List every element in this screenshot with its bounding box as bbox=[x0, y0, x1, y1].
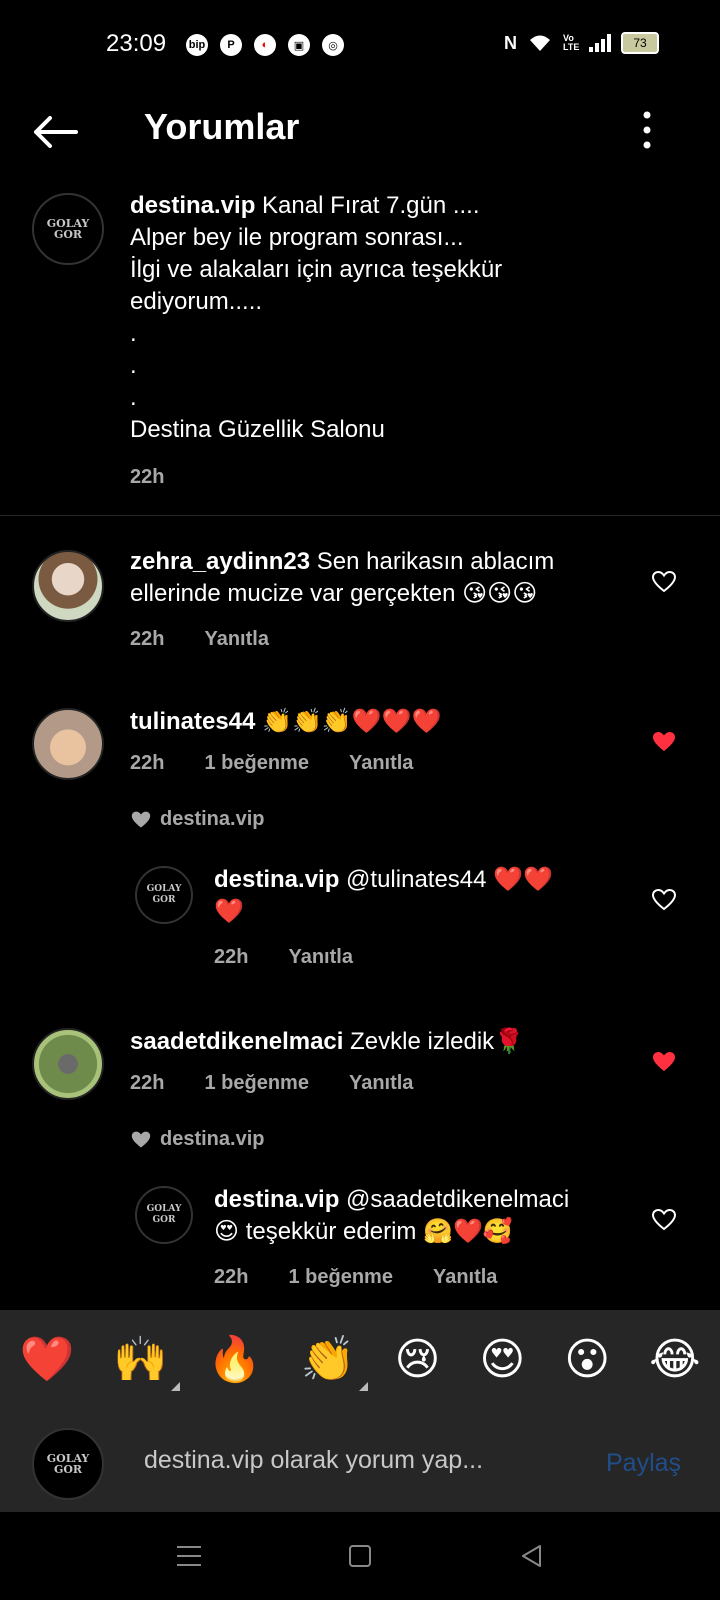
avatar-logo-text: GOLAY GOR bbox=[146, 884, 182, 905]
emoji-crying-button[interactable]: 😢 bbox=[395, 1335, 441, 1385]
reply-avatar[interactable]: GOLAY GOR bbox=[135, 1186, 193, 1244]
reply-button[interactable]: Yanıtla bbox=[349, 1072, 413, 1095]
variant-indicator-icon bbox=[171, 1382, 181, 1391]
comment-meta: 22h 1 beğenme Yanıtla bbox=[130, 1072, 413, 1095]
volte-icon: Vo LTE bbox=[563, 33, 580, 52]
comment-avatar[interactable] bbox=[32, 550, 104, 622]
home-icon[interactable] bbox=[348, 1544, 372, 1568]
comment-avatar[interactable] bbox=[32, 1028, 104, 1100]
heart-outline-icon[interactable] bbox=[651, 1208, 677, 1232]
reply-button[interactable]: Yanıtla bbox=[349, 752, 413, 775]
caption-time: 22h bbox=[130, 466, 165, 488]
nfc-icon: N bbox=[504, 32, 517, 53]
emoji-laughing-button[interactable]: 😂 bbox=[649, 1335, 700, 1385]
battery-icon: 73 bbox=[621, 32, 659, 54]
bip-icon: bip bbox=[186, 34, 208, 56]
comment-time: 22h bbox=[130, 1072, 165, 1094]
heart-outline-icon[interactable] bbox=[651, 888, 677, 912]
emoji-heart-button[interactable]: ❤️ bbox=[19, 1335, 74, 1385]
signal-icon bbox=[589, 34, 611, 52]
notification-icons: bip P ◐ ▣ ◎ bbox=[186, 34, 344, 56]
menu-icon[interactable] bbox=[176, 1544, 202, 1568]
reply-time: 22h bbox=[214, 946, 249, 968]
reply-text: destina.vip @tulinates44 ❤️❤️ ❤️ bbox=[214, 866, 553, 925]
comment-avatar[interactable] bbox=[32, 708, 104, 780]
page-title: Yorumlar bbox=[144, 106, 300, 147]
comment-text: tulinates44 👏👏👏❤️❤️❤️ bbox=[130, 708, 442, 735]
creator-liked-label: destina.vip bbox=[130, 808, 264, 831]
comment-meta: 22h 1 beğenme Yanıtla bbox=[130, 752, 413, 775]
avatar-logo-text: GOLAY GOR bbox=[146, 1204, 182, 1225]
caption-text: destina.vip Kanal Fırat 7.gün .... Alper… bbox=[130, 192, 503, 443]
caption-meta: 22h bbox=[130, 466, 164, 489]
comment-time: 22h bbox=[130, 752, 165, 774]
pinterest-icon: P bbox=[220, 34, 242, 56]
likes-count[interactable]: 1 beğenme bbox=[204, 1072, 308, 1095]
heart-outline-icon[interactable] bbox=[651, 570, 677, 594]
reply-text: destina.vip @saadetdikenelmaci 😍 teşekkü… bbox=[214, 1186, 570, 1245]
wifi-icon bbox=[530, 35, 550, 51]
back-icon[interactable] bbox=[520, 1544, 544, 1568]
vodafone-icon: ◐ bbox=[254, 34, 276, 56]
comment-username[interactable]: tulinates44 bbox=[130, 708, 255, 735]
emoji-fire-button[interactable]: 🔥 bbox=[207, 1335, 262, 1385]
reply-username[interactable]: destina.vip bbox=[214, 866, 339, 893]
heart-small-icon bbox=[131, 811, 151, 827]
heart-filled-icon[interactable] bbox=[651, 1050, 677, 1074]
heart-small-icon bbox=[131, 1131, 151, 1147]
reply-time: 22h bbox=[214, 1266, 249, 1288]
back-arrow-icon[interactable] bbox=[30, 112, 80, 152]
comment-meta: 22h Yanıtla bbox=[130, 628, 269, 651]
system-nav-bar bbox=[0, 1512, 720, 1600]
share-button[interactable]: Paylaş bbox=[606, 1449, 681, 1478]
reply-avatar[interactable]: GOLAY GOR bbox=[135, 866, 193, 924]
heart-filled-icon[interactable] bbox=[651, 730, 677, 754]
comment-input[interactable]: destina.vip olarak yorum yap... bbox=[144, 1446, 483, 1475]
comment-username[interactable]: saadetdikenelmaci bbox=[130, 1028, 343, 1055]
emoji-heart-eyes-button[interactable]: 😍 bbox=[479, 1335, 525, 1385]
reply-meta: 22h Yanıtla bbox=[214, 946, 353, 969]
instagram-icon: ◎ bbox=[322, 34, 344, 56]
caption-avatar[interactable]: GOLAY GOR bbox=[32, 193, 104, 265]
emoji-quick-bar: ❤️ 🙌 🔥 👏 😢 😍 😮 😂 bbox=[0, 1310, 720, 1410]
divider bbox=[0, 515, 720, 516]
more-options-icon[interactable] bbox=[640, 110, 654, 150]
box-icon: ▣ bbox=[288, 34, 310, 56]
status-time: 23:09 bbox=[106, 30, 167, 57]
status-bar: 23:09 bip P ◐ ▣ ◎ N Vo LTE 73 bbox=[0, 0, 720, 92]
reply-button[interactable]: Yanıtla bbox=[204, 628, 268, 651]
emoji-raised-hands-button[interactable]: 🙌 bbox=[113, 1335, 181, 1391]
comment-text: saadetdikenelmaci Zevkle izledik🌹 bbox=[130, 1028, 525, 1055]
avatar-logo-text: GOLAY GOR bbox=[46, 217, 90, 241]
comment-time: 22h bbox=[130, 628, 165, 650]
creator-liked-label: destina.vip bbox=[130, 1128, 264, 1151]
reply-username[interactable]: destina.vip bbox=[214, 1186, 339, 1213]
reply-meta: 22h 1 beğenme Yanıtla bbox=[214, 1266, 497, 1289]
comment-username[interactable]: zehra_aydinn23 bbox=[130, 548, 310, 575]
own-avatar: GOLAY GOR bbox=[32, 1428, 104, 1500]
header-bar bbox=[0, 92, 720, 172]
system-icons: N Vo LTE 73 bbox=[504, 32, 659, 54]
likes-count[interactable]: 1 beğenme bbox=[204, 752, 308, 775]
reply-button[interactable]: Yanıtla bbox=[433, 1266, 497, 1289]
avatar-logo-text: GOLAY GOR bbox=[46, 1452, 90, 1476]
emoji-surprised-button[interactable]: 😮 bbox=[564, 1335, 610, 1385]
emoji-clap-button[interactable]: 👏 bbox=[301, 1335, 368, 1391]
likes-count[interactable]: 1 beğenme bbox=[288, 1266, 392, 1289]
caption-username[interactable]: destina.vip bbox=[130, 192, 255, 219]
reply-button[interactable]: Yanıtla bbox=[288, 946, 352, 969]
comment-text: zehra_aydinn23 Sen harikasın ablacım ell… bbox=[130, 548, 555, 607]
variant-indicator-icon bbox=[358, 1382, 368, 1391]
